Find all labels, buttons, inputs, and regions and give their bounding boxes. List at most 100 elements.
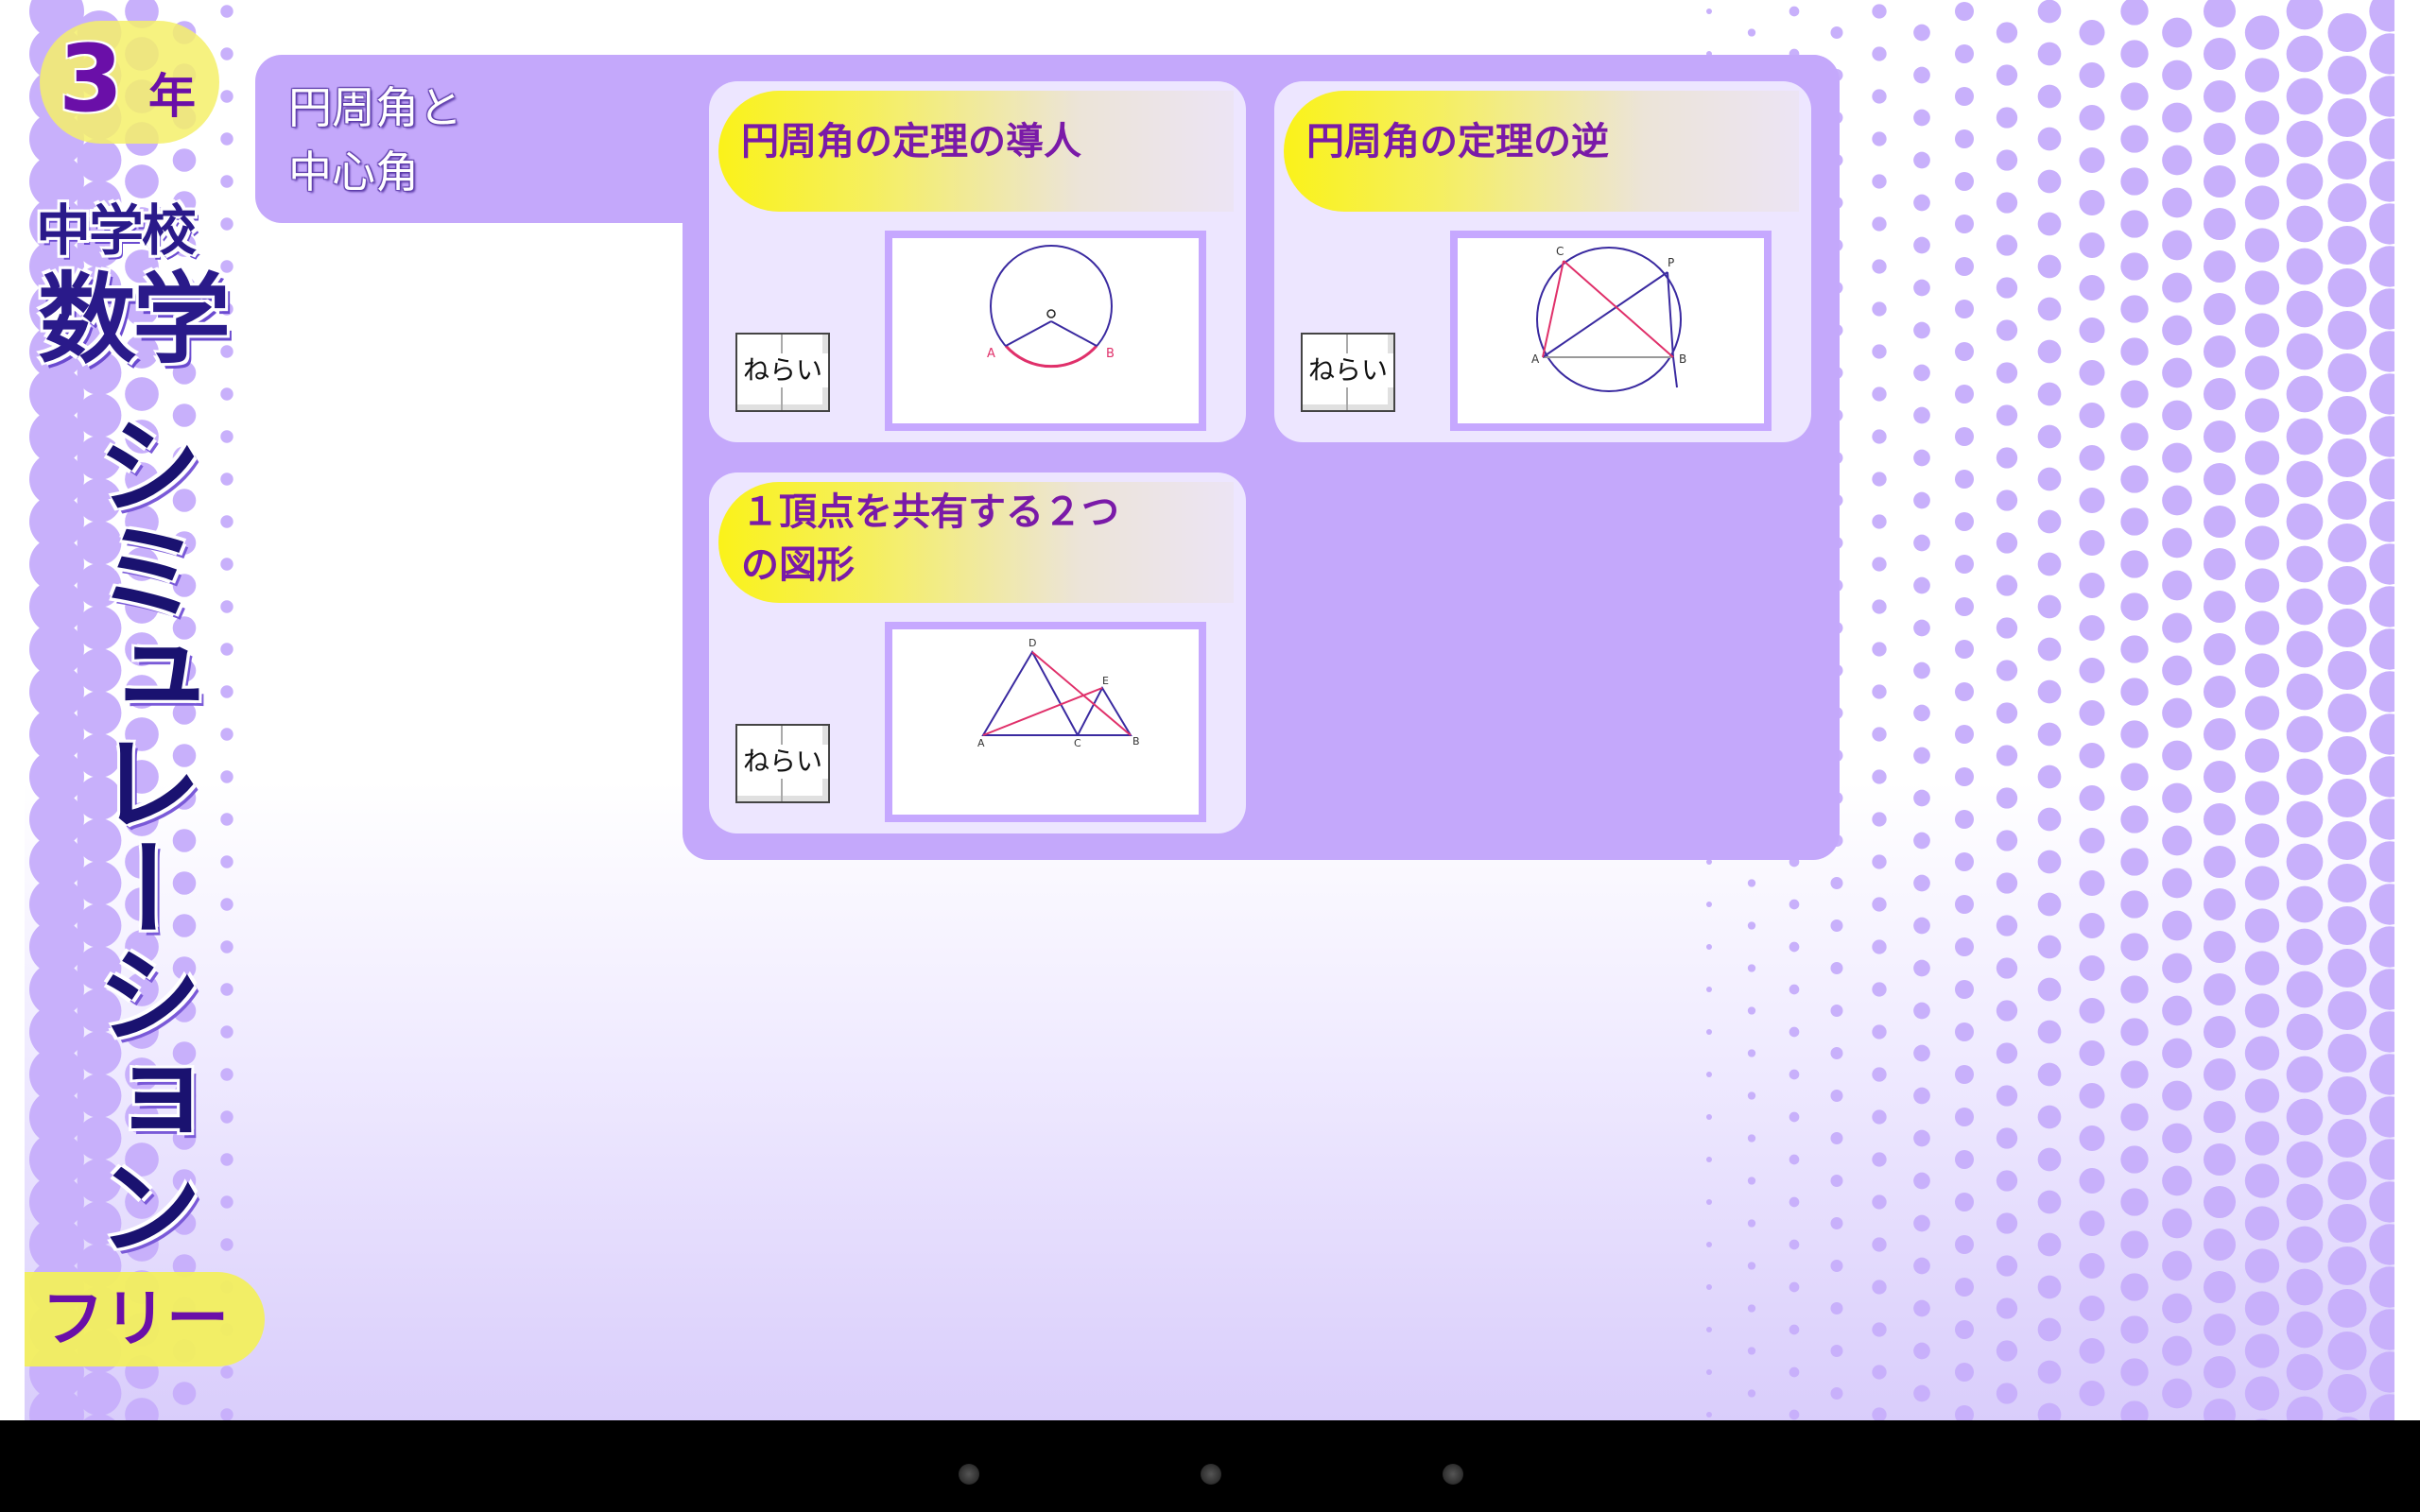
background-dot <box>1996 64 2018 86</box>
background-dot <box>2162 1208 2192 1239</box>
background-dot <box>2037 254 2062 279</box>
background-dot <box>2203 1313 2237 1347</box>
nav-home-icon[interactable] <box>1201 1464 1221 1485</box>
background-dot <box>1913 236 1930 254</box>
background-dot <box>2037 84 2062 109</box>
background-dot <box>1954 1 1975 22</box>
subject-label: 数学 <box>38 262 231 377</box>
background-dot <box>2162 485 2192 516</box>
background-dot <box>2244 993 2280 1028</box>
background-dot <box>1913 1002 1930 1020</box>
background-dot <box>220 90 233 103</box>
background-dot <box>1954 809 1975 830</box>
background-dot <box>2244 1376 2280 1411</box>
card-title-line2: の図形 <box>741 543 855 587</box>
background-dot <box>2286 1056 2324 1093</box>
background-dot <box>1872 387 1887 402</box>
simulation-thumbnail[interactable]: A O B <box>885 231 1206 431</box>
background-dot <box>1913 874 1930 892</box>
background-dot <box>2120 1060 2149 1089</box>
background-dot <box>220 770 233 783</box>
background-dot <box>1913 1384 1930 1402</box>
background-dot <box>2079 912 2105 939</box>
lesson-card-shared-vertex-figures[interactable]: １頂点を共有する２つ の図形 ねらい D E A C B <box>709 472 1246 833</box>
nav-recents-icon[interactable] <box>1443 1464 1463 1485</box>
background-dot <box>2203 37 2237 71</box>
background-dot <box>1954 214 1975 234</box>
background-dot <box>1954 1404 1975 1420</box>
background-dot <box>1872 472 1887 487</box>
background-dot <box>2327 97 2367 138</box>
app-screen: 3 年 中学校 数学 シミュレーション フリー 円周角と 中心角 円周角の定理の… <box>0 0 2420 1420</box>
background-dot <box>2037 935 2062 959</box>
aim-button[interactable]: ねらい <box>735 333 830 412</box>
background-dot <box>2079 1252 2105 1280</box>
background-dot <box>220 898 233 911</box>
background-dot <box>2120 337 2149 366</box>
background-dot <box>2079 232 2105 259</box>
background-dot <box>2037 679 2062 704</box>
background-dot <box>77 1371 122 1416</box>
background-dot <box>2162 357 2192 388</box>
background-dot <box>2037 1402 2062 1420</box>
background-dot <box>2162 1038 2192 1069</box>
simulation-thumbnail[interactable]: C P A B <box>1450 231 1772 431</box>
background-dot <box>2120 40 2149 68</box>
app-name-vertical: シミュレーション <box>78 411 201 1258</box>
background-dot <box>2286 1353 2324 1391</box>
background-dot <box>1996 234 2018 256</box>
card-title: 円周角の定理の導人 <box>741 120 1081 163</box>
background-dot <box>1830 1301 1843 1315</box>
background-dot <box>2286 290 2324 328</box>
background-dot <box>2286 843 2324 881</box>
background-dot <box>2079 1040 2105 1067</box>
background-dot <box>1954 936 1975 957</box>
background-dot <box>2327 1373 2367 1414</box>
background-dot <box>2037 42 2062 66</box>
background-dot <box>2120 975 2149 1004</box>
background-dot <box>2203 887 2237 921</box>
background-dot <box>1913 279 1930 297</box>
background-dot <box>1996 362 2018 384</box>
background-dot <box>1954 1234 1975 1255</box>
background-dot <box>1996 1297 2018 1319</box>
aim-button[interactable]: ねらい <box>1301 333 1395 412</box>
background-dot <box>2079 1167 2105 1194</box>
background-dot <box>1706 1369 1712 1375</box>
background-dot <box>1872 344 1887 359</box>
background-dot <box>2079 742 2105 769</box>
background-dot <box>220 472 233 486</box>
nav-back-icon[interactable] <box>959 1464 979 1485</box>
lesson-card-converse-theorem[interactable]: 円周角の定理の逆 ねらい C P A B <box>1274 81 1811 442</box>
background-dot <box>2037 1020 2062 1044</box>
background-dot <box>1872 301 1887 317</box>
background-dot <box>2162 1335 2192 1366</box>
background-dot <box>220 600 233 613</box>
background-dot <box>2203 1185 2237 1219</box>
background-dot <box>2037 0 2062 24</box>
simulation-thumbnail[interactable]: D E A C B <box>885 622 1206 822</box>
background-dot <box>1913 1342 1930 1360</box>
card-title: １頂点を共有する２つ の図形 <box>741 486 1214 592</box>
background-dot <box>1872 1194 1887 1210</box>
background-dot <box>2286 673 2324 711</box>
background-dot <box>2162 60 2192 91</box>
background-dot <box>1996 447 2018 469</box>
background-dot <box>2286 630 2324 668</box>
background-dot <box>1954 1277 1975 1297</box>
background-dot <box>2327 523 2367 563</box>
background-dot <box>2079 614 2105 642</box>
lesson-card-inscribed-angle-intro[interactable]: 円周角の定理の導人 ねらい A O B <box>709 81 1246 442</box>
background-dot <box>1954 86 1975 107</box>
background-dot <box>125 164 159 198</box>
background-dot <box>1789 1239 1800 1250</box>
background-dot <box>1706 1199 1712 1205</box>
background-dot <box>2079 444 2105 472</box>
background-dot <box>2327 905 2367 946</box>
school-label: 中学校 <box>36 198 197 263</box>
background-dot <box>1913 109 1930 127</box>
background-dot <box>1996 617 2018 639</box>
aim-button[interactable]: ねらい <box>735 724 830 803</box>
background-dot <box>1954 43 1975 64</box>
background-dot <box>1747 1347 1756 1355</box>
